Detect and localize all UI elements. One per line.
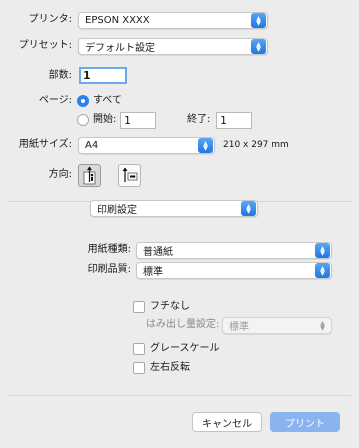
quality-label: 印刷品質:	[87, 264, 131, 275]
printer-label: プリンタ:	[28, 14, 72, 25]
pages-range-radio[interactable]	[77, 114, 89, 126]
chevron-updown-icon: ▲ ▼	[198, 138, 213, 153]
expansion-value: 標準	[229, 322, 249, 333]
paper-size-popup[interactable]: A4 ▲ ▼	[78, 137, 215, 154]
section-value: 印刷設定	[97, 205, 137, 216]
chevron-updown-icon: ▲ ▼	[315, 243, 330, 258]
copies-field[interactable]: 1	[79, 67, 127, 84]
preset-popup[interactable]: デフォルト設定 ▲ ▼	[78, 38, 268, 55]
preset-label: プリセット:	[18, 40, 72, 51]
print-button[interactable]: プリント	[270, 412, 340, 432]
portrait-orientation-icon	[83, 166, 96, 185]
preset-value: デフォルト設定	[85, 43, 155, 54]
grayscale-label: グレースケール	[150, 343, 220, 354]
pages-all-radio[interactable]	[77, 95, 89, 107]
chevron-updown-icon: ▲ ▼	[241, 201, 256, 216]
orientation-portrait-button[interactable]	[78, 164, 101, 187]
media-type-value: 普通紙	[143, 247, 173, 258]
divider	[8, 395, 351, 396]
paper-dimensions: 210 x 297 mm	[223, 140, 289, 150]
paper-size-label: 用紙サイズ:	[18, 139, 72, 150]
expansion-label: はみ出し量設定:	[146, 319, 220, 330]
pages-label: ページ:	[38, 95, 72, 106]
pages-end-label: 終了:	[187, 114, 211, 125]
chevron-updown-icon: ▲ ▼	[320, 319, 325, 332]
borderless-checkbox[interactable]	[133, 301, 145, 313]
media-type-popup[interactable]: 普通紙 ▲ ▼	[136, 242, 332, 259]
mirror-label: 左右反転	[150, 362, 190, 373]
grayscale-checkbox[interactable]	[133, 343, 145, 355]
chevron-updown-icon: ▲ ▼	[251, 39, 266, 54]
pages-end-field[interactable]: 1	[216, 112, 252, 129]
section-popup[interactable]: 印刷設定 ▲ ▼	[90, 200, 258, 217]
pages-start-field[interactable]: 1	[120, 112, 156, 129]
borderless-label: フチなし	[150, 301, 190, 312]
mirror-checkbox[interactable]	[133, 362, 145, 374]
paper-size-value: A4	[85, 140, 99, 151]
expansion-popup[interactable]: 標準 ▲ ▼	[222, 317, 332, 334]
chevron-updown-icon: ▲ ▼	[315, 263, 330, 278]
orientation-landscape-button[interactable]	[118, 164, 141, 187]
pages-all-label: すべて	[93, 95, 122, 106]
orientation-label: 方向:	[48, 169, 72, 180]
cancel-button[interactable]: キャンセル	[192, 412, 262, 432]
quality-popup[interactable]: 標準 ▲ ▼	[136, 262, 332, 279]
printer-popup[interactable]: EPSON XXXX ▲ ▼	[78, 12, 268, 29]
copies-label: 部数:	[48, 70, 72, 81]
pages-start-label: 開始:	[93, 114, 117, 125]
landscape-orientation-icon	[122, 167, 138, 182]
printer-value: EPSON XXXX	[85, 15, 150, 26]
quality-value: 標準	[143, 267, 163, 278]
chevron-updown-icon: ▲ ▼	[251, 13, 266, 28]
media-type-label: 用紙種類:	[87, 244, 131, 255]
